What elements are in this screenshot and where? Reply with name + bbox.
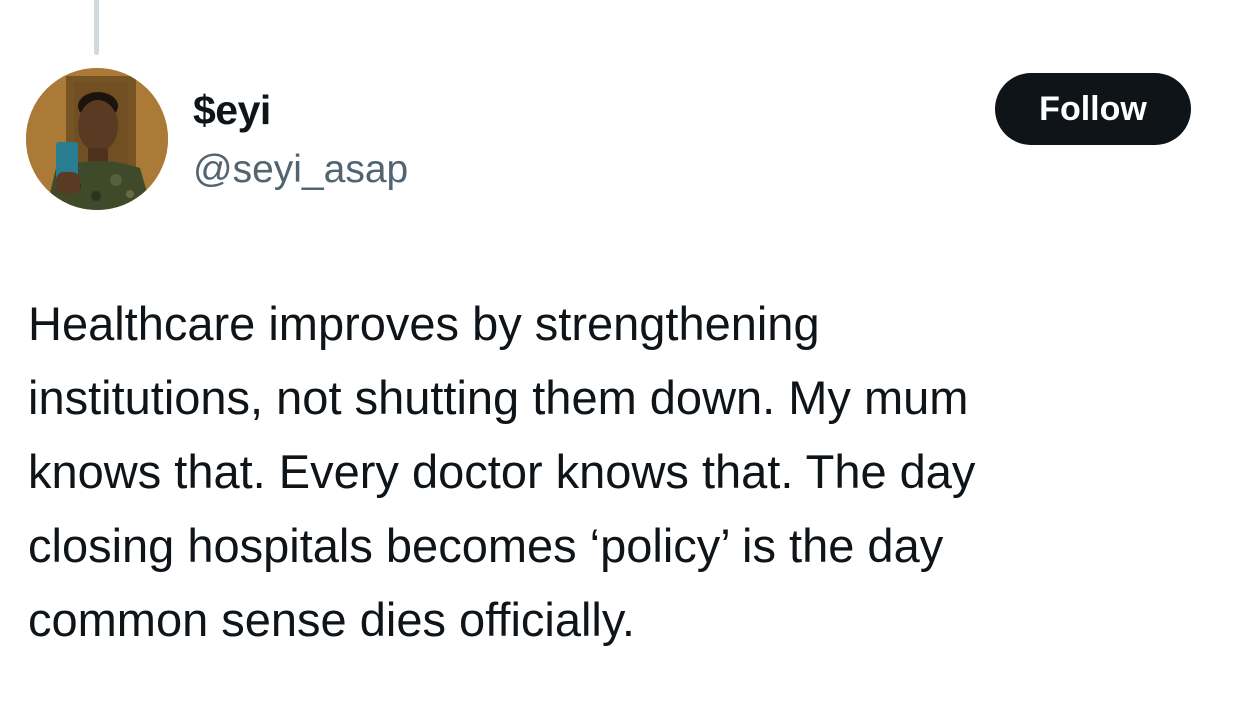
tweet-text-line: common sense dies officially. [28, 593, 635, 646]
tweet-container: $eyi @seyi_asap Follow Healthcare improv… [0, 0, 1242, 720]
tweet-text-line: knows that. Every doctor knows that. The… [28, 445, 976, 498]
tweet-text-line: institutions, not shutting them down. My… [28, 371, 969, 424]
tweet-text: Healthcare improves by strengthening ins… [28, 287, 1208, 657]
author-handle[interactable]: @seyi_asap [193, 144, 408, 196]
thread-connector-line [94, 0, 99, 55]
avatar-image-icon [26, 68, 168, 210]
avatar[interactable] [26, 68, 168, 210]
author-display-name[interactable]: $eyi [193, 84, 271, 136]
tweet-text-line: closing hospitals becomes ‘policy’ is th… [28, 519, 944, 572]
tweet-text-line: Healthcare improves by strengthening [28, 297, 820, 350]
follow-button[interactable]: Follow [995, 73, 1191, 145]
